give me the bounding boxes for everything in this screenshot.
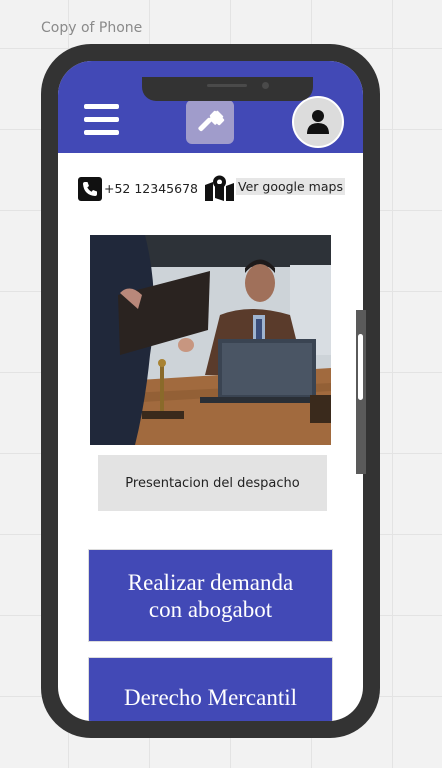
scrollbar[interactable]	[356, 310, 366, 474]
hero-image	[90, 235, 331, 445]
create-demand-button[interactable]: Realizar demanda con abogabot	[88, 549, 333, 642]
map-marker-icon	[205, 175, 234, 201]
scrollbar-thumb[interactable]	[358, 334, 363, 400]
user-icon[interactable]	[292, 96, 344, 148]
contact-bar: +52 12345678 Ver google maps	[58, 175, 363, 203]
frame-label: Copy of Phone	[41, 20, 143, 36]
gavel-icon[interactable]	[186, 100, 234, 144]
hamburger-menu-icon[interactable]	[84, 104, 119, 136]
phone-square-icon	[78, 177, 102, 201]
mercantile-law-label: Derecho Mercantil	[123, 684, 298, 710]
create-demand-label: Realizar demanda con abogabot	[127, 569, 294, 622]
phone-frame: +52 12345678 Ver google maps Presentacio…	[41, 44, 380, 738]
phone-number: +52 12345678	[104, 181, 198, 196]
mercantile-law-button[interactable]: Derecho Mercantil	[88, 657, 333, 721]
presentation-button[interactable]: Presentacion del despacho	[98, 455, 327, 511]
phone-notch	[142, 77, 313, 101]
google-maps-label: Ver google maps	[236, 178, 345, 195]
app-header	[58, 61, 363, 153]
phone-screen: +52 12345678 Ver google maps Presentacio…	[58, 61, 363, 721]
